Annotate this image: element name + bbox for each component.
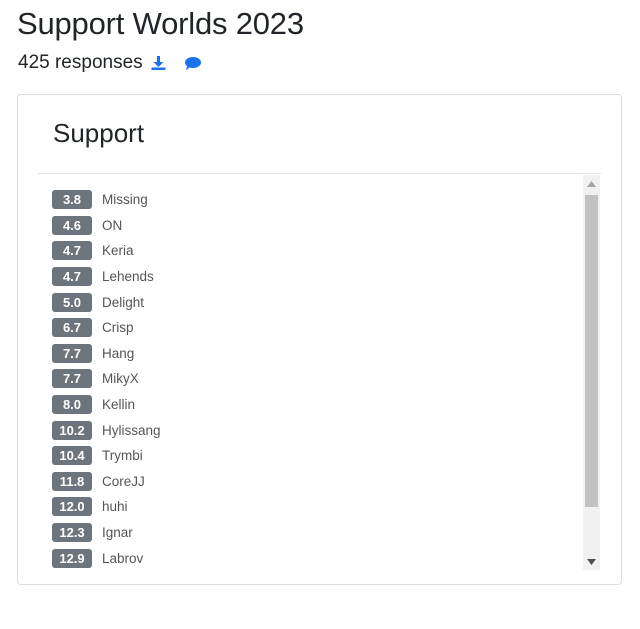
score-badge: 10.4 [52,446,92,466]
list-item: 3.8 Missing [52,187,582,213]
list-item: 12.3 Ignar [52,520,582,546]
list-item: 4.7 Lehends [52,264,582,290]
player-name: huhi [102,499,128,515]
score-badge: 4.7 [52,241,92,261]
list-item: 12.0 huhi [52,494,582,520]
card-title: Support [53,118,145,148]
list-item: 4.7 Keria [52,238,582,264]
player-name: Delight [102,294,145,310]
page-title: Support Worlds 2023 [17,6,304,41]
list-item: 10.4 Trymbi [52,443,582,469]
list-item: 5.0 Delight [52,289,582,315]
list-item: 7.7 MikyX [52,366,582,392]
list-item: 8.0 Kellin [52,392,582,418]
player-name: Lehends [102,269,154,285]
score-badge: 12.0 [52,497,92,517]
player-name: Trymbi [102,448,143,464]
scroll-thumb[interactable] [585,195,598,507]
player-name: Labrov [102,550,144,566]
scroll-down-arrow-icon[interactable] [583,553,600,570]
list-item: 6.7 Crisp [52,315,582,341]
download-icon[interactable] [150,55,167,71]
player-name: Ignar [102,525,133,541]
player-name: Crisp [102,320,134,336]
score-badge: 4.6 [52,215,92,235]
player-name: Hylissang [102,422,161,438]
score-badge: 5.0 [52,292,92,312]
score-badge: 11.8 [52,471,92,491]
player-name: Hang [102,345,135,361]
list-scrollbar[interactable] [583,175,600,570]
score-badge: 3.8 [52,190,92,210]
list-item: 11.8 CoreJJ [52,469,582,495]
list-item: 12.9 Labrov [52,545,582,571]
score-badge: 12.3 [52,523,92,543]
scroll-up-arrow-icon[interactable] [583,175,600,192]
player-name: MikyX [102,371,139,387]
player-name: Keria [102,243,134,259]
score-badge: 7.7 [52,369,92,389]
list-item: 10.2 Hylissang [52,417,582,443]
score-badge: 8.0 [52,395,92,415]
response-summary: 425 responses [18,50,202,76]
card-divider [38,173,601,174]
score-badge: 6.7 [52,318,92,338]
response-count: 425 responses [18,52,143,73]
player-name: Missing [102,192,148,208]
player-name: CoreJJ [102,473,145,489]
player-name: Kellin [102,397,136,413]
player-name: ON [102,217,123,233]
score-badge: 4.7 [52,267,92,287]
score-badge: 10.2 [52,420,92,440]
comment-icon[interactable] [184,56,202,71]
score-badge: 7.7 [52,343,92,363]
player-list[interactable]: 3.8 Missing 4.6 ON 4.7 Keria 4.7 Lehends… [52,187,582,571]
list-item: 4.6 ON [52,213,582,239]
list-item: 7.7 Hang [52,341,582,367]
support-card: Support 3.8 Missing 4.6 ON 4.7 Keria 4.7… [17,94,622,585]
score-badge: 12.9 [52,548,92,568]
